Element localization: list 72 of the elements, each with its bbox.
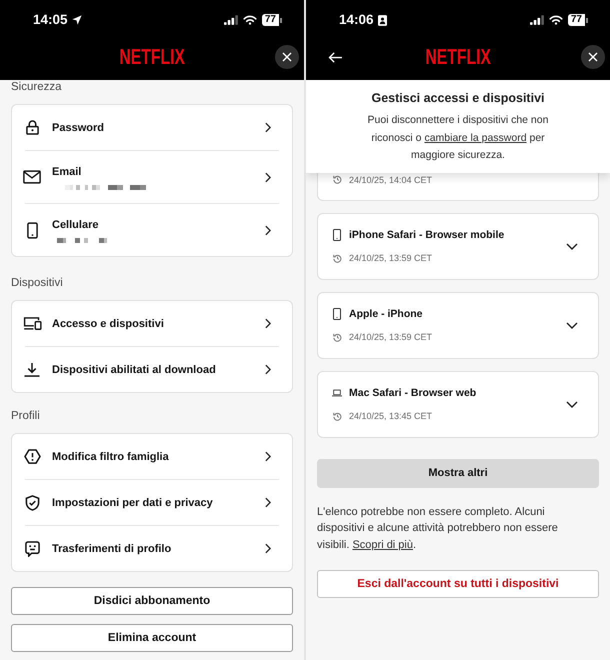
envelope-icon xyxy=(23,170,41,184)
history-icon xyxy=(332,254,342,262)
chevron-right-icon xyxy=(265,497,271,508)
section-label: Dispositivi xyxy=(11,276,64,290)
battery-indicator: 77 xyxy=(568,14,588,26)
history-icon xyxy=(332,175,342,184)
chevron-right-icon xyxy=(265,543,271,554)
settings-row[interactable]: Impostazioni per dati e privacy xyxy=(12,480,292,525)
face-bubble-icon xyxy=(24,540,40,556)
last-access-time: 24/10/25, 14:04 CET xyxy=(349,174,432,186)
phone-icon xyxy=(26,222,38,238)
location-arrow-icon xyxy=(72,15,82,25)
status-time: 14:06 xyxy=(339,12,374,28)
netflix-logo: NETFLIX xyxy=(119,47,185,67)
chevron-right-icon xyxy=(265,364,271,375)
change-password-link[interactable]: cambiare la password xyxy=(424,132,527,144)
delete-account-button[interactable]: Elimina account xyxy=(11,624,293,652)
devices-icon xyxy=(22,317,42,330)
last-access-time: 24/10/25, 13:45 CET xyxy=(349,410,432,422)
device-card[interactable]: 24/10/25, 14:04 CET xyxy=(317,172,599,200)
signal-icon xyxy=(530,15,544,25)
settings-row[interactable]: Password xyxy=(12,105,292,150)
download-icon xyxy=(23,362,41,377)
device-name: Apple - iPhone xyxy=(349,307,422,321)
cancel-subscription-button[interactable]: Disdici abbonamento xyxy=(11,587,293,615)
show-more-button[interactable]: Mostra altri xyxy=(317,458,599,488)
phone-icon xyxy=(333,229,341,241)
section-label: Profili xyxy=(11,409,41,423)
device-name: Mac Safari - Browser web xyxy=(349,386,476,400)
wifi-icon xyxy=(242,15,257,25)
sign-out-all-button[interactable]: Esci dall'account su tutti i dispositivi xyxy=(317,570,599,598)
status-time: 14:05 xyxy=(33,12,68,28)
settings-row[interactable]: Trasferimenti di profilo xyxy=(12,526,292,571)
settings-row[interactable]: Cellulare xyxy=(12,204,292,256)
settings-row[interactable]: Modifica filtro famiglia xyxy=(12,434,292,479)
last-access-time: 24/10/25, 13:59 CET xyxy=(349,252,432,264)
back-button[interactable] xyxy=(328,52,343,62)
shield-check-icon xyxy=(24,494,40,510)
lock-icon xyxy=(26,120,38,135)
section-label: Sicurezza xyxy=(11,80,62,94)
settings-row[interactable]: Accesso e dispositivi xyxy=(12,301,292,346)
netflix-logo: NETFLIX xyxy=(425,47,491,67)
settings-row[interactable]: Dispositivi abilitati al download xyxy=(12,347,292,392)
device-name: iPhone Safari - Browser mobile xyxy=(349,228,504,242)
list-note: L'elenco potrebbe non essere completo. Alcuni dispositivi e alcune attività potrebbero non essere visibili. Scopri di più. xyxy=(317,504,559,552)
sheet-title: Gestisci accessi e dispositivi xyxy=(370,90,546,107)
close-button[interactable] xyxy=(581,45,605,69)
chevron-right-icon xyxy=(265,122,271,133)
battery-indicator: 77 xyxy=(262,14,282,26)
wifi-icon xyxy=(548,15,563,25)
device-card[interactable]: Apple - iPhone 24/10/25, 13:59 CET xyxy=(317,292,599,358)
chevron-right-icon xyxy=(265,318,271,329)
sheet-description: Puoi disconnettere i dispositivi che non riconosci o cambiare la password per maggiore sicurezza. xyxy=(366,113,550,163)
phone-icon xyxy=(333,308,341,320)
signal-icon xyxy=(224,15,238,25)
history-icon xyxy=(332,412,342,420)
settings-row[interactable]: Email xyxy=(12,151,292,203)
person-card-icon xyxy=(378,14,387,26)
close-icon xyxy=(282,52,292,62)
device-card[interactable]: Mac Safari - Browser web 24/10/25, 13:45 CET xyxy=(317,370,599,438)
history-icon xyxy=(332,332,342,342)
chevron-right-icon xyxy=(265,224,271,236)
close-icon xyxy=(588,52,598,62)
arrow-left-icon xyxy=(328,52,343,62)
chevron-right-icon xyxy=(265,451,271,462)
learn-more-link[interactable]: Scopri di più xyxy=(352,538,413,550)
device-card[interactable]: iPhone Safari - Browser mobile 24/10/25, 13:59 CET xyxy=(317,212,599,280)
close-button[interactable] xyxy=(275,45,299,69)
chevron-right-icon xyxy=(265,172,271,182)
laptop-icon xyxy=(332,389,342,397)
exclamation-icon xyxy=(24,449,40,464)
last-access-time: 24/10/25, 13:59 CET xyxy=(349,331,432,343)
